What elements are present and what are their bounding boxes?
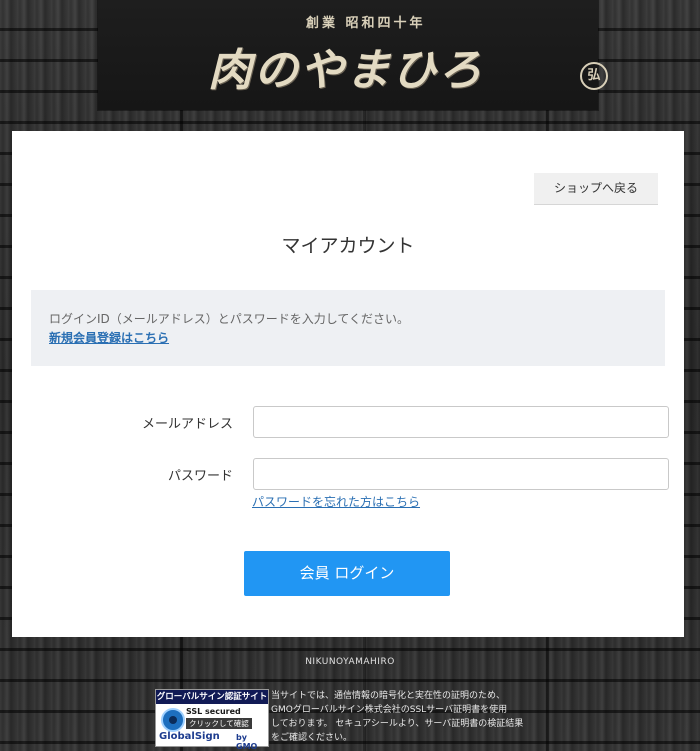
logo-title: 肉のやまひろ xyxy=(208,45,484,96)
seal-gmo: by GMO xyxy=(236,733,258,751)
security-seal[interactable]: グローバルサイン認証サイト SSL secured クリックして確認 Globa… xyxy=(155,689,269,751)
seal-heading: グローバルサイン認証サイト xyxy=(156,690,268,704)
seal-brand: GlobalSign xyxy=(159,731,220,742)
info-message: ログインID（メールアドレス）とパスワードを入力してください。 xyxy=(49,312,410,326)
seal-ssl-label: SSL secured xyxy=(186,707,241,716)
page-title: マイアカウント xyxy=(281,235,415,257)
login-button[interactable]: 会員 ログイン xyxy=(244,551,450,596)
password-field[interactable] xyxy=(253,458,669,490)
logo-subtitle: 創業 昭和四十年 xyxy=(306,16,426,31)
logo-seal-icon: 弘 xyxy=(580,62,608,90)
login-card: ショップへ戻る マイアカウント ログインID（メールアドレス）とパスワードを入力… xyxy=(12,131,684,637)
back-to-shop-button[interactable]: ショップへ戻る xyxy=(534,173,658,205)
email-field[interactable] xyxy=(253,406,669,438)
lock-icon xyxy=(161,708,185,732)
email-label: メールアドレス xyxy=(141,417,233,432)
forgot-password-link[interactable]: パスワードを忘れた方はこちら xyxy=(252,493,420,510)
info-box: ログインID（メールアドレス）とパスワードを入力してください。 新規会員登録はこ… xyxy=(31,290,665,366)
header-banner: 創業 昭和四十年 肉のやまひろ 弘 xyxy=(98,0,608,110)
password-label: パスワード xyxy=(167,469,233,484)
site-logo[interactable]: 創業 昭和四十年 肉のやまひろ 弘 xyxy=(208,10,628,105)
seal-click-label: クリックして確認 xyxy=(186,718,252,729)
footer-brand: NIKUNOYAMAHIRO xyxy=(305,657,395,667)
seal-description: 当サイトでは、通信情報の暗号化と実在性の証明のため、 GMOグローバルサイン株式… xyxy=(271,691,524,743)
register-link[interactable]: 新規会員登録はこちら xyxy=(49,329,169,346)
